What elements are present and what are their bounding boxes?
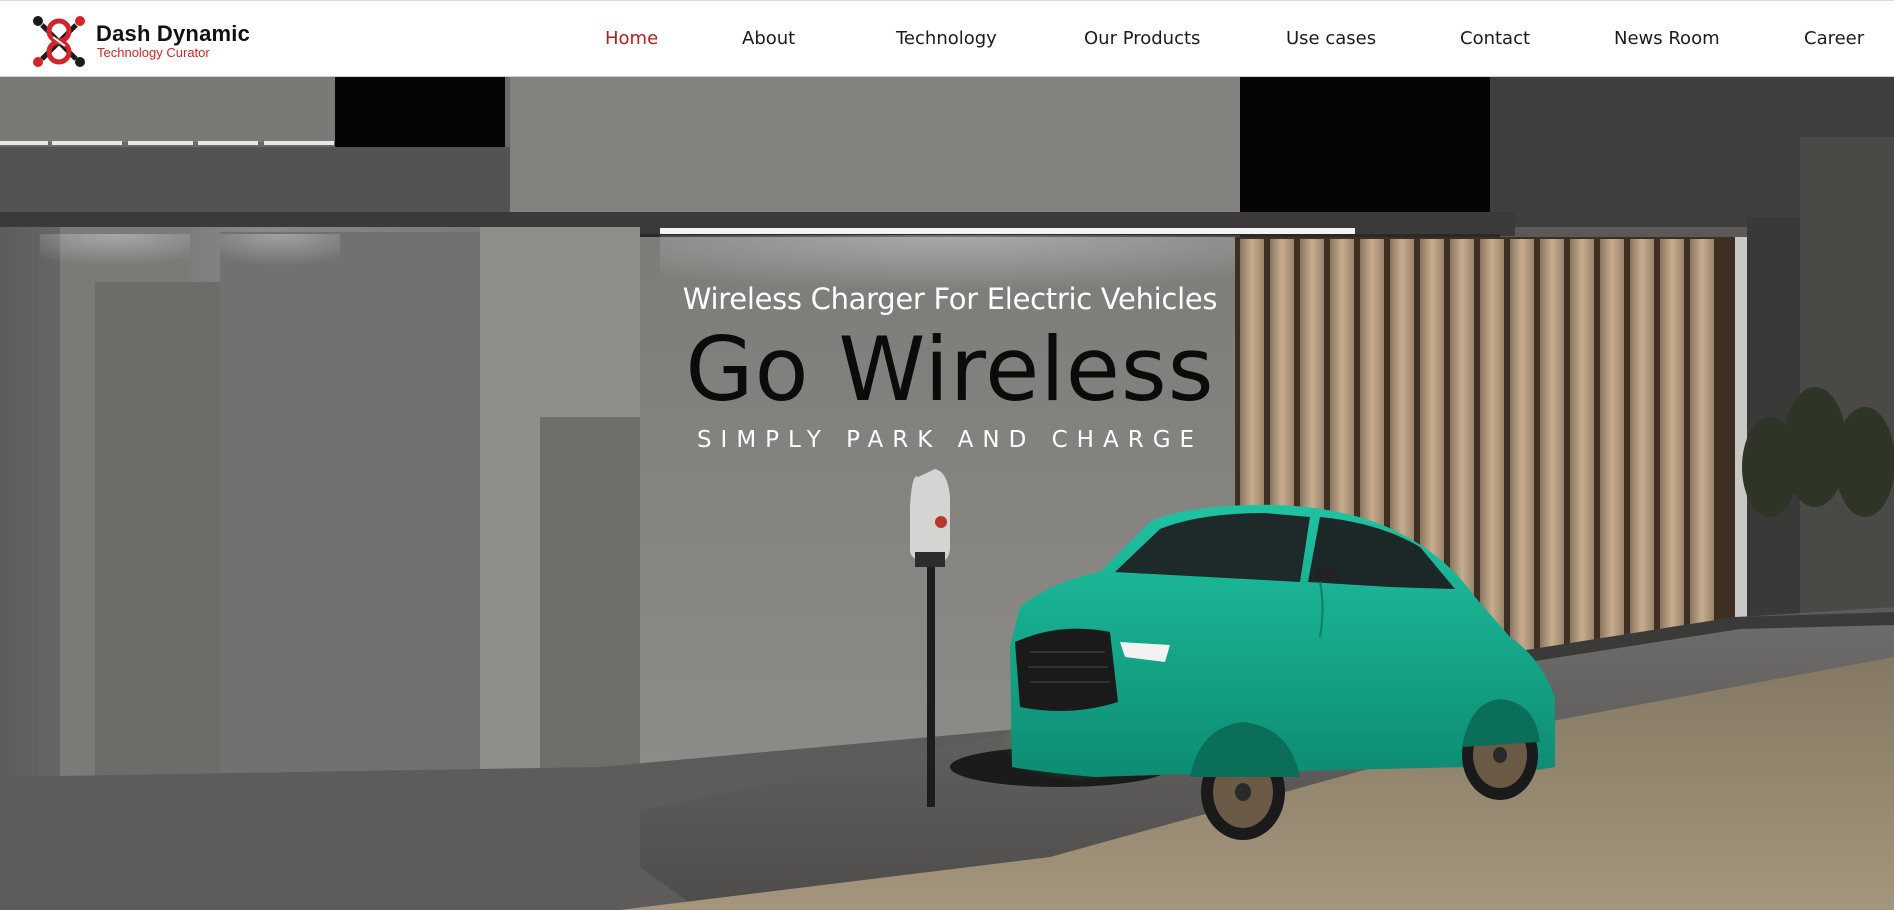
site-header: Dash Dynamic Technology Curator Home Abo… — [0, 0, 1894, 77]
nav-news-room[interactable]: News Room — [1614, 28, 1720, 49]
nav-contact[interactable]: Contact — [1460, 28, 1530, 49]
nav-technology[interactable]: Technology — [896, 28, 997, 49]
nav-home[interactable]: Home — [605, 28, 658, 49]
hero-tagline: SIMPLY PARK AND CHARGE — [696, 427, 1204, 453]
hero-section: Wireless Charger For Electric Vehicles G… — [0, 77, 1894, 910]
hero-kicker: Wireless Charger For Electric Vehicles — [682, 282, 1218, 316]
nav-use-cases[interactable]: Use cases — [1286, 28, 1376, 49]
hero-background-image — [0, 77, 1894, 910]
main-nav: Home About Technology Our Products Use c… — [0, 1, 1894, 78]
hero-title: Go Wireless — [685, 318, 1215, 421]
nav-about[interactable]: About — [742, 28, 795, 49]
nav-our-products[interactable]: Our Products — [1084, 28, 1200, 49]
nav-career[interactable]: Career — [1804, 28, 1864, 49]
